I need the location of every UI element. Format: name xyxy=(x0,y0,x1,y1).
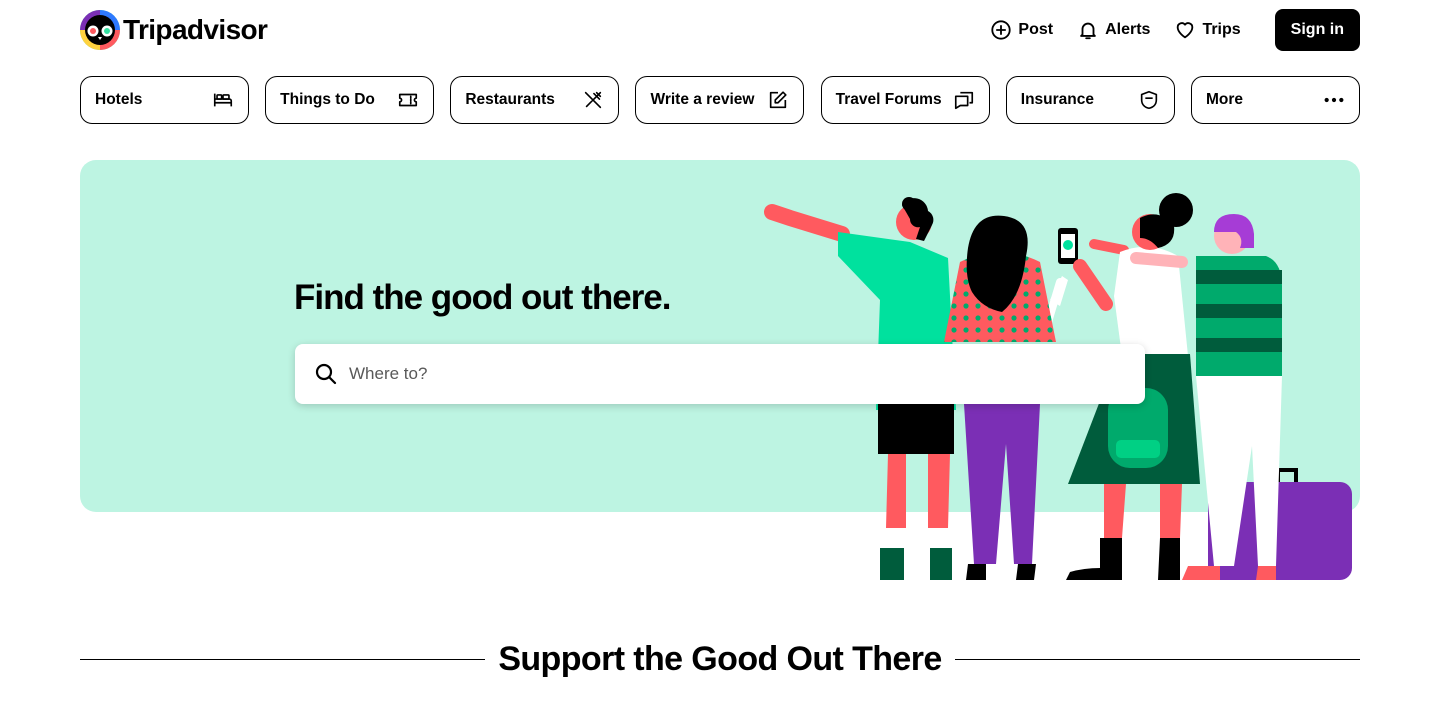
owl-logo-icon xyxy=(80,10,120,50)
alerts-link[interactable]: Alerts xyxy=(1065,9,1162,51)
post-label: Post xyxy=(1018,21,1054,38)
category-more[interactable]: More xyxy=(1190,76,1360,124)
hero-title: Find the good out there. xyxy=(294,278,672,317)
bell-icon xyxy=(1080,22,1096,40)
plus-circle-icon xyxy=(991,20,1012,40)
category-label: Things to Do xyxy=(280,91,375,108)
section-title: Support the Good Out There xyxy=(498,639,942,678)
divider-line xyxy=(80,658,486,660)
ticket-icon xyxy=(399,93,418,107)
header-nav: Post Alerts Trips Sign in xyxy=(978,9,1360,51)
bed-icon xyxy=(213,93,233,107)
category-things-to-do[interactable]: Things to Do xyxy=(265,76,435,124)
support-section-heading: Support the Good Out There xyxy=(80,636,1360,682)
alerts-label: Alerts xyxy=(1105,21,1151,38)
brand-logo[interactable]: Tripadvisor xyxy=(80,10,268,50)
category-travel-forums[interactable]: Travel Forums xyxy=(820,76,990,124)
category-hotels[interactable]: Hotels xyxy=(80,76,249,124)
category-label: Write a review xyxy=(650,91,755,108)
category-insurance[interactable]: Insurance xyxy=(1005,76,1175,124)
category-nav: Hotels Things to Do Restaurants Write a … xyxy=(80,76,1360,124)
category-restaurants[interactable]: Restaurants xyxy=(450,76,620,124)
trips-link[interactable]: Trips xyxy=(1162,9,1252,51)
category-label: More xyxy=(1205,91,1243,108)
utensils-icon xyxy=(585,91,602,109)
more-dots-icon xyxy=(1324,97,1344,103)
category-label: Travel Forums xyxy=(835,91,942,108)
search-input[interactable] xyxy=(349,354,1109,394)
category-write-a-review[interactable]: Write a review xyxy=(635,76,805,124)
edit-icon xyxy=(770,91,788,109)
category-label: Restaurants xyxy=(465,91,555,108)
search-icon xyxy=(315,363,337,385)
category-label: Hotels xyxy=(95,91,143,108)
divider-line xyxy=(954,658,1360,660)
search-bar[interactable] xyxy=(295,344,1145,404)
chat-bubbles-icon xyxy=(954,91,973,110)
shield-icon xyxy=(1140,90,1157,110)
sign-in-button[interactable]: Sign in xyxy=(1274,9,1360,51)
post-link[interactable]: Post xyxy=(978,9,1065,51)
category-label: Insurance xyxy=(1020,91,1095,108)
brand-name: Tripadvisor xyxy=(123,14,268,45)
trips-label: Trips xyxy=(1202,21,1241,38)
top-header: Tripadvisor Post Alerts Trips Sign in xyxy=(0,0,1440,60)
heart-icon xyxy=(1177,22,1194,39)
